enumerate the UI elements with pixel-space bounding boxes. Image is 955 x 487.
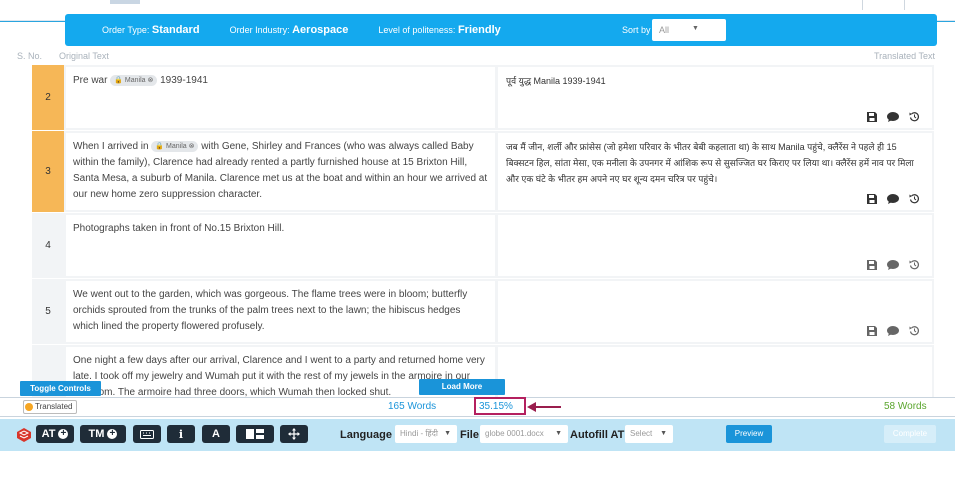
arrow-line	[531, 406, 561, 408]
target-text[interactable]	[498, 347, 932, 397]
preview-button[interactable]: Preview	[726, 425, 772, 443]
column-sno: S. No.	[17, 51, 43, 61]
plus-icon: +	[107, 429, 118, 439]
keyboard-button[interactable]	[133, 425, 161, 443]
language-label: Language	[340, 429, 392, 441]
save-icon[interactable]	[867, 111, 877, 122]
chevron-down-icon: ▼	[660, 430, 667, 437]
translated-badge[interactable]: Translated	[23, 400, 77, 414]
chevron-down-icon: ▼	[555, 430, 562, 437]
status-dot-icon	[25, 403, 33, 411]
font-icon: A	[212, 428, 220, 440]
autofill-label: Autofill AT	[570, 429, 625, 441]
politeness-level: Level of politeness: Friendly	[378, 24, 501, 36]
segment-row[interactable]: 4 Photographs taken in front of No.15 Br…	[32, 213, 934, 278]
info-button[interactable]: i	[167, 425, 195, 443]
segment-number: 4	[45, 240, 51, 251]
comment-icon[interactable]	[887, 259, 899, 270]
tag-chip: 🔒 Manila ⊗	[110, 75, 158, 86]
segment-actions	[867, 325, 920, 336]
layout-button[interactable]	[236, 425, 274, 443]
segment-row[interactable]: 2 Pre war 🔒 Manila ⊗ 1939-1941 पूर्व युद…	[32, 65, 934, 130]
comment-icon[interactable]	[887, 325, 899, 336]
progress-percent: 35.15%	[474, 397, 526, 415]
segment-number: 2	[32, 65, 64, 130]
history-icon[interactable]	[909, 325, 920, 336]
source-text: Photographs taken in front of No.15 Brix…	[66, 215, 495, 276]
plus-icon: +	[58, 429, 69, 439]
chevron-down-icon: ▼	[444, 430, 451, 437]
top-tab-remnant	[110, 0, 140, 4]
at-button[interactable]: AT +	[36, 425, 74, 443]
tag-chip: 🔒 Manila ⊗	[151, 141, 199, 152]
order-info-bar: Order Type: Standard Order Industry: Aer…	[65, 14, 937, 46]
move-icon	[288, 428, 300, 440]
column-translated: Translated Text	[874, 51, 936, 61]
tm-button[interactable]: TM +	[80, 425, 126, 443]
segment-number: 3	[32, 131, 64, 212]
sort-select[interactable]: All ▼	[652, 19, 726, 41]
source-text: When I arrived in 🔒 Manila ⊗ with Gene, …	[66, 133, 495, 210]
save-icon[interactable]	[867, 325, 877, 336]
keyboard-icon	[140, 429, 154, 439]
toggle-controls-button[interactable]: Toggle Controls	[20, 381, 101, 396]
chevron-down-icon: ▼	[692, 25, 699, 32]
sort-label: Sort by	[622, 25, 651, 35]
language-select[interactable]: Hindi - हिंदी ▼	[395, 425, 457, 443]
save-icon[interactable]	[867, 193, 877, 204]
complete-button[interactable]: Complete	[884, 425, 936, 443]
file-select[interactable]: globe 0001.docx ▼	[480, 425, 568, 443]
load-more-button[interactable]: Load More	[419, 379, 505, 395]
segment-number: 5	[45, 306, 51, 317]
comment-icon[interactable]	[887, 193, 899, 204]
bottom-toolbar: AT + TM + i A Language Hindi - हिंदी ▼ File…	[0, 419, 955, 451]
segment-actions	[867, 193, 920, 204]
file-label: File	[460, 429, 479, 441]
history-icon[interactable]	[909, 259, 920, 270]
save-icon[interactable]	[867, 259, 877, 270]
history-icon[interactable]	[909, 193, 920, 204]
segment-row[interactable]: 3 When I arrived in 🔒 Manila ⊗ with Gene…	[32, 131, 934, 212]
order-type: Order Type: Standard	[102, 24, 200, 36]
order-industry: Order Industry: Aerospace	[229, 24, 349, 36]
divider	[862, 0, 863, 10]
history-icon[interactable]	[909, 111, 920, 122]
segment-row[interactable]: 5 We went out to the garden, which was g…	[32, 279, 934, 344]
source-text: Pre war 🔒 Manila ⊗ 1939-1941	[66, 67, 495, 128]
segment-actions	[867, 111, 920, 122]
move-button[interactable]	[280, 425, 308, 443]
font-button[interactable]: A	[202, 425, 230, 443]
status-bar: Translated 165 Words 35.15% 58 Words	[0, 397, 955, 417]
divider	[904, 0, 905, 10]
app-logo-icon	[17, 428, 31, 442]
source-word-count: 165 Words	[388, 401, 437, 412]
segment-actions	[867, 259, 920, 270]
comment-icon[interactable]	[887, 111, 899, 122]
translated-word-count: 58 Words	[884, 401, 927, 412]
info-icon: i	[178, 427, 184, 441]
source-text: We went out to the garden, which was gor…	[66, 281, 495, 342]
layout-icon	[246, 429, 264, 439]
column-original: Original Text	[59, 51, 109, 61]
autofill-select[interactable]: Select ▼	[625, 425, 673, 443]
